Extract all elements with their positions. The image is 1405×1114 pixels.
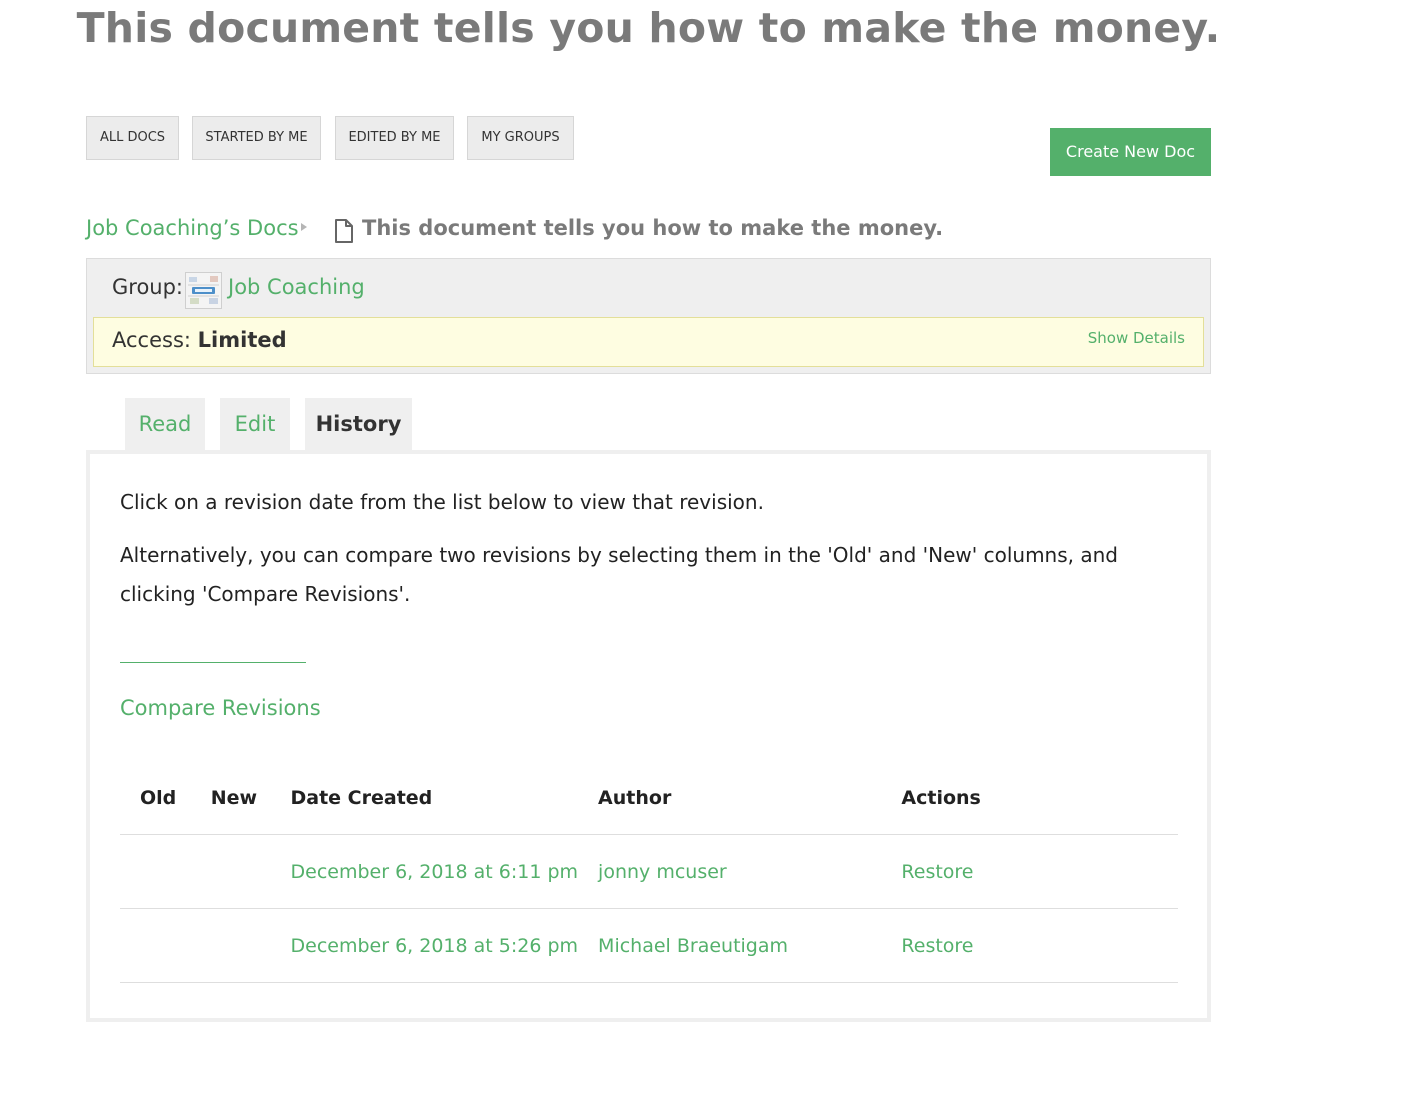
access-text: Access: Limited — [112, 328, 287, 352]
revision-date-link[interactable]: December 6, 2018 at 6:11 pm — [270, 834, 579, 909]
breadcrumb: Job Coaching’s Docs This document tells … — [86, 214, 1211, 248]
page-title: This document tells you how to make the … — [76, 4, 1221, 52]
access-value: Limited — [197, 328, 287, 352]
old-revision-cell — [120, 834, 191, 909]
filter-all-docs-button[interactable]: ALL DOCS — [86, 116, 179, 160]
tab-edit[interactable]: Edit — [220, 398, 290, 451]
table-row: December 6, 2018 at 5:26 pm Michael Brae… — [120, 908, 1178, 983]
new-revision-cell — [190, 908, 271, 983]
compare-revisions-button[interactable]: Compare Revisions — [120, 662, 321, 726]
old-revision-cell — [120, 908, 191, 983]
create-new-doc-button[interactable]: Create New Doc — [1050, 128, 1211, 176]
revisions-table: Old New Date Created Author Actions Dece… — [120, 762, 1178, 983]
group-label: Group: — [112, 275, 184, 299]
column-header-new: New — [190, 762, 271, 835]
column-header-actions: Actions — [881, 762, 1178, 835]
history-panel: Click on a revision date from the list b… — [86, 450, 1211, 1022]
new-revision-cell — [190, 834, 271, 909]
column-header-old: Old — [120, 762, 191, 835]
history-intro-text: Click on a revision date from the list b… — [120, 490, 764, 514]
breadcrumb-group-docs-link[interactable]: Job Coaching’s Docs — [86, 216, 299, 240]
column-header-date: Date Created — [270, 762, 579, 835]
revision-author-link[interactable]: jonny mcuser — [578, 834, 882, 909]
filter-edited-by-me-button[interactable]: EDITED BY ME — [335, 116, 454, 160]
show-details-link[interactable]: Show Details — [1088, 329, 1185, 347]
breadcrumb-separator-icon — [301, 223, 307, 231]
breadcrumb-current-doc: This document tells you how to make the … — [362, 216, 944, 240]
document-icon — [334, 219, 354, 247]
access-bar: Access: Limited Show Details — [93, 317, 1204, 367]
revision-author-link[interactable]: Michael Braeutigam — [578, 908, 882, 983]
filter-my-groups-button[interactable]: MY GROUPS — [467, 116, 574, 160]
access-label: Access: — [112, 328, 191, 352]
revision-date-link[interactable]: December 6, 2018 at 5:26 pm — [270, 908, 579, 983]
group-name-link[interactable]: Job Coaching — [228, 275, 365, 299]
restore-link[interactable]: Restore — [881, 834, 1178, 909]
column-header-author: Author — [578, 762, 882, 835]
history-compare-instructions: Alternatively, you can compare two revis… — [120, 543, 1118, 606]
group-panel: Group: Job Coaching Access: Limited Show… — [86, 258, 1211, 374]
table-header-row: Old New Date Created Author Actions — [120, 762, 1178, 835]
group-avatar[interactable] — [185, 272, 222, 309]
tab-read[interactable]: Read — [125, 398, 205, 451]
filter-started-by-me-button[interactable]: STARTED BY ME — [192, 116, 321, 160]
table-row: December 6, 2018 at 6:11 pm jonny mcuser… — [120, 834, 1178, 909]
tab-history[interactable]: History — [305, 398, 412, 451]
restore-link[interactable]: Restore — [881, 908, 1178, 983]
